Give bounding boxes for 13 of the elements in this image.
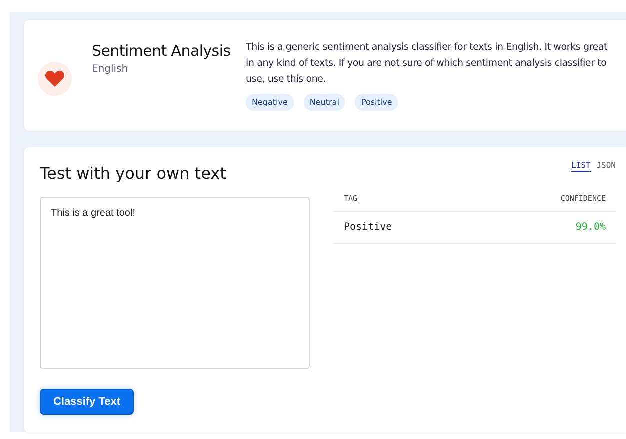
table-cell: Positive — [344, 222, 392, 233]
model-language: English — [92, 64, 130, 75]
tag-chip: Neutral — [304, 94, 346, 111]
view-tab[interactable]: LIST — [571, 161, 591, 172]
classify-button[interactable]: Classify Text — [40, 388, 134, 415]
view-tab[interactable]: JSON — [596, 161, 616, 172]
model-name: Sentiment Analysis — [92, 42, 232, 60]
table-cell: 99.0% — [576, 222, 606, 233]
section-title: Test with your own text — [40, 164, 228, 183]
model-description: This is a generic sentiment analysis classifier for texts in English. It works great in any kind of texts. If you are not sure of which sentiment analysis classifier to use, use this one. — [246, 41, 609, 87]
tag-chip: Negative — [246, 94, 294, 111]
text-input[interactable]: This is a great tool! — [40, 197, 310, 369]
tag-chip: Positive — [355, 94, 398, 111]
